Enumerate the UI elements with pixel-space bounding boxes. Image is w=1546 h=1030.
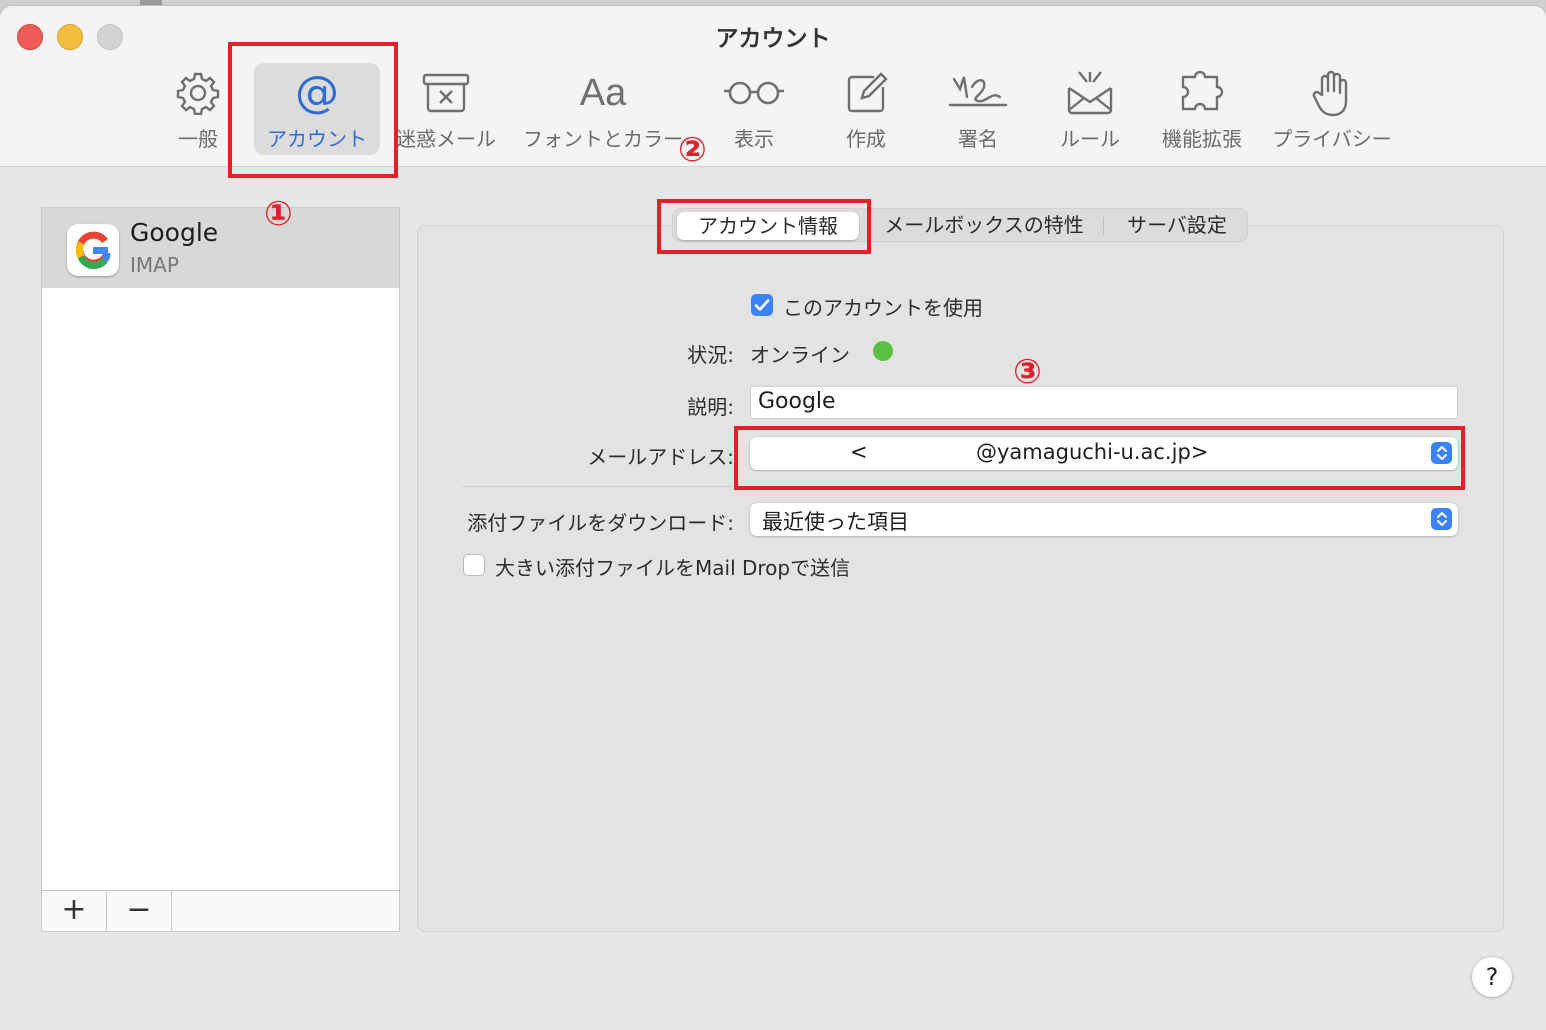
tab-server-settings[interactable]: サーバ設定 bbox=[1109, 209, 1245, 241]
junk-trash-icon bbox=[400, 71, 492, 115]
toolbar-item-junk[interactable]: 迷惑メール bbox=[396, 63, 496, 155]
status-label: 状況: bbox=[687, 343, 734, 367]
toolbar-item-extensions[interactable]: 機能拡張 bbox=[1162, 63, 1242, 155]
glasses-icon bbox=[722, 71, 786, 115]
toolbar-item-signatures[interactable]: 署名 bbox=[946, 63, 1010, 155]
tab-mailbox-behaviors[interactable]: メールボックスの特性 bbox=[871, 209, 1097, 241]
toolbar-label-rules: ルール bbox=[1060, 127, 1120, 151]
toolbar-item-general[interactable]: 一般 bbox=[168, 63, 228, 155]
toolbar-label-viewing: 表示 bbox=[734, 127, 774, 151]
use-account-checkbox[interactable] bbox=[751, 294, 773, 316]
download-attachments-value: 最近使った項目 bbox=[762, 510, 909, 534]
account-list-footer: + − bbox=[42, 890, 399, 931]
toolbar-label-junk: 迷惑メール bbox=[396, 127, 496, 151]
toolbar-item-fonts[interactable]: Aa フォントとカラー bbox=[523, 63, 683, 155]
mail-drop-checkbox[interactable] bbox=[463, 554, 485, 576]
toolbar-label-privacy: プライバシー bbox=[1272, 127, 1392, 151]
hand-icon bbox=[1280, 70, 1384, 117]
email-label: メールアドレス: bbox=[587, 445, 734, 469]
annotation-box-3 bbox=[734, 426, 1465, 490]
toolbar-item-viewing[interactable]: 表示 bbox=[722, 63, 786, 155]
download-attachments-label: 添付ファイルをダウンロード: bbox=[467, 511, 734, 535]
annotation-number-1: ① bbox=[264, 194, 293, 234]
compose-icon bbox=[836, 71, 896, 115]
remove-account-button[interactable]: − bbox=[107, 891, 172, 931]
toolbar-label-extensions: 機能拡張 bbox=[1162, 127, 1242, 151]
annotation-box-1 bbox=[228, 42, 398, 178]
download-attachments-popup[interactable]: 最近使った項目 bbox=[750, 503, 1458, 536]
tab-divider bbox=[1103, 217, 1104, 235]
google-logo-icon bbox=[67, 224, 119, 276]
toolbar-label-fonts: フォントとカラー bbox=[523, 127, 683, 151]
description-field[interactable]: Google bbox=[750, 386, 1458, 419]
toolbar-label-signatures: 署名 bbox=[958, 127, 998, 151]
account-list: Google IMAP + − bbox=[41, 207, 400, 932]
help-button[interactable]: ? bbox=[1472, 957, 1512, 997]
toolbar-item-rules[interactable]: ルール bbox=[1058, 63, 1122, 155]
checkmark-icon bbox=[754, 299, 770, 311]
puzzle-icon bbox=[1162, 71, 1242, 115]
description-label: 説明: bbox=[687, 395, 734, 419]
add-account-button[interactable]: + bbox=[42, 891, 107, 931]
annotation-box-2 bbox=[657, 199, 871, 254]
status-value: オンライン bbox=[750, 343, 850, 367]
mail-drop-label: 大きい添付ファイルをMail Dropで送信 bbox=[495, 556, 851, 580]
font-aa-icon: Aa bbox=[579, 71, 627, 114]
annotation-number-2: ② bbox=[678, 130, 707, 170]
chevron-updown-icon bbox=[1431, 508, 1452, 530]
account-row-google[interactable]: Google IMAP bbox=[42, 208, 399, 288]
toolbar-label-composing: 作成 bbox=[846, 127, 886, 151]
account-type: IMAP bbox=[130, 253, 179, 277]
toolbar-item-composing[interactable]: 作成 bbox=[836, 63, 896, 155]
toolbar-item-privacy[interactable]: プライバシー bbox=[1272, 63, 1392, 155]
preferences-window: アカウント 一般 @ アカウント 迷惑メール Aa フォントとカラー 表示 作成… bbox=[0, 6, 1546, 1030]
signature-icon bbox=[946, 71, 1010, 115]
gear-icon bbox=[168, 71, 228, 115]
account-name: Google bbox=[130, 218, 219, 247]
use-account-label: このアカウントを使用 bbox=[783, 296, 983, 320]
annotation-number-3: ③ bbox=[1013, 352, 1042, 392]
status-online-indicator bbox=[873, 341, 893, 361]
envelope-rules-icon bbox=[1058, 71, 1122, 115]
